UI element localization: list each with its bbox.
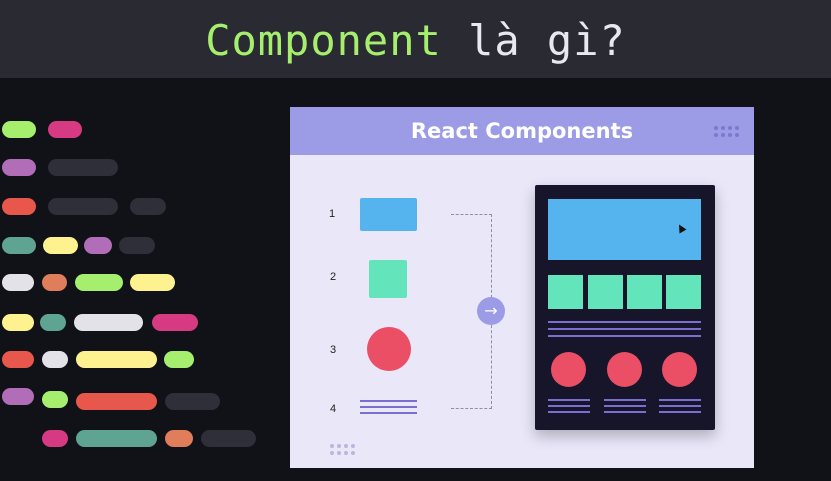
code-pill bbox=[48, 159, 118, 176]
mockup-tile bbox=[548, 275, 583, 309]
item-number-2: 2 bbox=[330, 271, 337, 283]
mint-square-component bbox=[369, 260, 407, 298]
code-pill bbox=[2, 388, 34, 405]
code-pill bbox=[48, 121, 82, 138]
code-pill bbox=[48, 198, 118, 215]
code-pill bbox=[42, 391, 68, 408]
panel-title: React Components bbox=[410, 119, 634, 143]
dots-icon bbox=[714, 126, 739, 137]
code-pill bbox=[164, 351, 194, 368]
arrow-right-icon: → bbox=[477, 297, 505, 325]
code-pill bbox=[74, 314, 143, 331]
title-keyword: Component bbox=[205, 16, 442, 65]
code-pill bbox=[76, 430, 157, 447]
react-components-panel: React Components 1 2 3 4 → bbox=[290, 107, 754, 468]
mockup-tile bbox=[666, 275, 701, 309]
code-pill bbox=[42, 430, 68, 447]
code-pill bbox=[2, 198, 36, 215]
app-mockup bbox=[535, 185, 715, 430]
code-pill bbox=[2, 121, 36, 138]
code-pill bbox=[165, 430, 193, 447]
code-pill bbox=[2, 351, 34, 368]
blue-rect-component bbox=[360, 198, 417, 231]
page-title: Component là gì? bbox=[0, 0, 831, 78]
code-pill bbox=[2, 159, 36, 176]
code-pill bbox=[119, 237, 155, 254]
mockup-circle bbox=[551, 352, 586, 387]
dots-icon bbox=[330, 444, 355, 455]
code-pill bbox=[130, 198, 166, 215]
code-pill bbox=[43, 237, 78, 254]
item-number-4: 4 bbox=[330, 403, 337, 415]
title-rest: là gì? bbox=[441, 16, 626, 65]
mockup-circle bbox=[607, 352, 642, 387]
code-pill bbox=[76, 393, 157, 410]
code-pill bbox=[2, 237, 36, 254]
code-pill bbox=[165, 393, 220, 410]
code-pill bbox=[152, 314, 198, 331]
code-pill bbox=[42, 351, 68, 368]
code-pill bbox=[130, 274, 175, 291]
mockup-circle bbox=[662, 352, 697, 387]
code-pill bbox=[84, 237, 112, 254]
mockup-tile bbox=[588, 275, 623, 309]
red-circle-component bbox=[367, 327, 411, 371]
code-pill bbox=[42, 274, 67, 291]
panel-header: React Components bbox=[290, 107, 754, 155]
item-number-3: 3 bbox=[330, 344, 337, 356]
code-pill bbox=[201, 430, 256, 447]
code-pill bbox=[76, 351, 157, 368]
code-pill bbox=[40, 314, 66, 331]
code-pill bbox=[2, 314, 34, 331]
mockup-tile bbox=[627, 275, 662, 309]
code-pill bbox=[75, 274, 123, 291]
title-bar: Component là gì? bbox=[0, 0, 831, 78]
code-pill bbox=[2, 274, 34, 291]
item-number-1: 1 bbox=[329, 208, 336, 220]
